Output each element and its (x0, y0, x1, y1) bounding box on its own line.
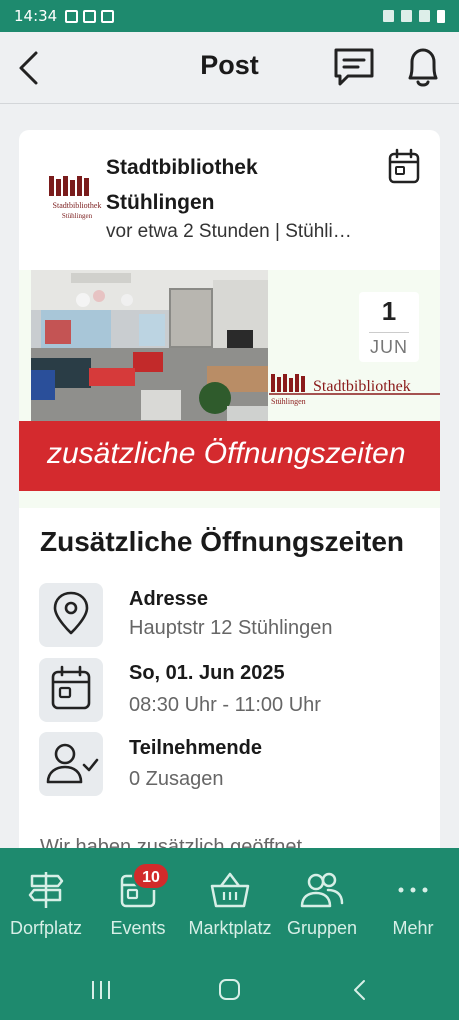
banner-red-band: zusätzliche Öffnungszeiten (19, 421, 440, 491)
date-badge-month: JUN (370, 337, 408, 357)
system-icons (383, 9, 445, 23)
nav-label-marktplatz: Marktplatz (188, 918, 272, 938)
participants-label: Teilnehmende (129, 737, 262, 759)
address-icon-box (39, 583, 103, 647)
org-name-line2: Stühlingen (106, 191, 215, 214)
nav-label-mehr: Mehr (392, 918, 434, 938)
date-icon-box (39, 658, 103, 722)
app-header: Post (0, 32, 459, 104)
signpost-icon (28, 872, 64, 908)
brand-sub-text: Stühlingen (271, 397, 306, 406)
banner-band-text: zusätzliche Öffnungszeiten (47, 437, 406, 470)
logo-text-2: Stühlingen (62, 212, 93, 220)
participants-value[interactable]: 0 Zusagen (129, 768, 224, 791)
recent-apps-icon[interactable] (92, 981, 110, 999)
nav-label-dorfplatz: Dorfplatz (9, 918, 83, 938)
more-icon (398, 887, 428, 893)
date-badge-day: 1 (381, 296, 397, 326)
person-check-icon (46, 743, 99, 784)
participants-icon-box (39, 732, 103, 796)
logo-text-1: Stadtbibliothek (53, 201, 102, 210)
events-count-badge: 10 (132, 862, 170, 890)
event-title: Zusätzliche Öffnungszeiten (40, 526, 405, 557)
brand-text: Stadtbibliothek (313, 378, 411, 395)
location-pin-icon (53, 591, 89, 635)
nav-item-events[interactable]: 10 Events (92, 862, 184, 939)
nav-item-dorfplatz[interactable]: Dorfplatz (0, 868, 92, 939)
bottom-navigation: Dorfplatz 10 Events Marktplatz Gruppen M… (0, 848, 459, 1020)
date-badge: 1 JUN (359, 292, 419, 362)
home-icon[interactable] (219, 979, 240, 1000)
bell-icon[interactable] (402, 44, 444, 90)
nav-item-mehr[interactable]: Mehr (367, 868, 459, 939)
library-brand-logo: Stadtbibliothek Stühlingen (269, 374, 440, 406)
address-label: Adresse (129, 588, 208, 610)
group-icon (300, 872, 344, 908)
post-banner-image[interactable]: 1 JUN Stadtbibliothek Stühlingen zusätzl… (19, 270, 440, 508)
chat-icon[interactable] (332, 46, 376, 90)
post-meta: vor etwa 2 Stunden | Stühli… (106, 221, 352, 242)
organization-name[interactable]: Stadtbibliothek Stühlingen (106, 150, 366, 220)
event-time-value: 08:30 Uhr - 11:00 Uhr (129, 694, 321, 716)
battery-icon (437, 9, 445, 23)
org-name-line1: Stadtbibliothek (106, 156, 258, 179)
event-date-label: So, 01. Jun 2025 (129, 662, 285, 684)
status-bar: 14:34 (0, 0, 459, 32)
post-card[interactable]: Stadtbibliothek Stühlingen Stadtbiblioth… (19, 130, 440, 860)
nav-label-events: Events (110, 918, 166, 938)
status-time: 14:34 (14, 7, 58, 25)
system-back-icon[interactable] (354, 980, 365, 1000)
nav-item-marktplatz[interactable]: Marktplatz (184, 868, 276, 939)
system-navigation (92, 979, 365, 1000)
basket-icon (210, 872, 250, 908)
page-title: Post (200, 50, 259, 80)
nav-label-gruppen: Gruppen (286, 918, 358, 938)
address-value[interactable]: Hauptstr 12 Stühlingen (129, 617, 332, 640)
library-logo: Stadtbibliothek Stühlingen (49, 176, 102, 220)
notification-icons (65, 9, 115, 23)
calendar-icon (51, 665, 91, 710)
calendar-icon (388, 148, 420, 184)
nav-item-gruppen[interactable]: Gruppen (276, 868, 368, 939)
